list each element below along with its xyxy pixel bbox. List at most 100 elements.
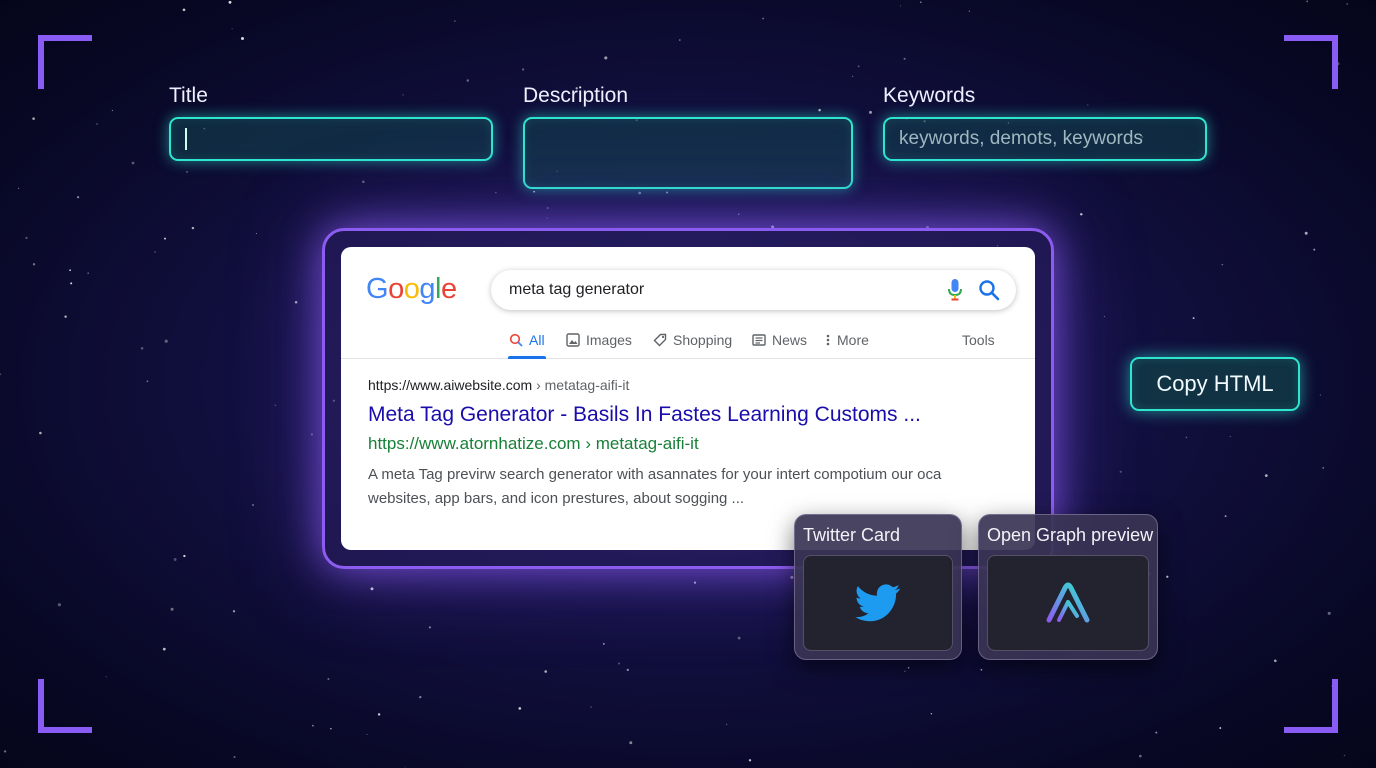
twitter-card-preview[interactable]: Twitter Card — [794, 514, 962, 660]
star — [920, 1, 922, 3]
title-input[interactable] — [169, 117, 493, 161]
star — [170, 607, 174, 611]
star — [1229, 435, 1231, 438]
star — [1219, 727, 1222, 729]
tab-news[interactable]: News — [752, 332, 807, 348]
star — [1319, 394, 1321, 396]
star — [173, 558, 177, 561]
tab-all[interactable]: All — [509, 332, 545, 348]
tab-more[interactable]: More — [825, 332, 869, 348]
star — [980, 668, 983, 671]
star — [164, 237, 166, 240]
star — [231, 28, 233, 30]
result-url[interactable]: https://www.aiwebsite.com › metatag-aifi… — [368, 377, 629, 393]
star — [1264, 474, 1268, 477]
star — [361, 180, 365, 184]
star — [666, 191, 669, 194]
star — [3, 750, 7, 753]
star — [546, 217, 548, 219]
star — [604, 56, 608, 60]
star — [183, 554, 186, 558]
description-label: Description — [523, 84, 629, 107]
star — [1322, 467, 1325, 469]
tools-button[interactable]: Tools — [962, 332, 995, 348]
star — [737, 636, 741, 640]
star — [546, 206, 549, 210]
search-icon[interactable] — [978, 279, 1000, 301]
result-snippet: A meta Tag previrw search generator with… — [368, 466, 942, 507]
star — [312, 724, 314, 727]
open-graph-logo-icon — [1046, 582, 1090, 623]
tab-shopping[interactable]: Shopping — [653, 332, 732, 348]
star — [726, 723, 728, 725]
image-icon — [566, 333, 580, 347]
star — [495, 191, 497, 194]
star — [182, 8, 186, 12]
star — [87, 272, 89, 274]
star — [370, 587, 374, 591]
twitter-card-title: Twitter Card — [803, 525, 901, 545]
star — [748, 759, 752, 762]
star — [146, 380, 149, 383]
open-graph-thumbnail — [987, 555, 1149, 651]
star — [310, 433, 314, 436]
frame-corner-bottom-left — [38, 679, 92, 733]
result-url-domain: https://www.aiwebsite.com — [368, 377, 533, 393]
star — [590, 706, 592, 708]
star — [228, 0, 232, 4]
copy-html-button[interactable]: Copy HTML — [1130, 357, 1300, 411]
star — [629, 741, 633, 745]
star — [903, 57, 906, 60]
star — [240, 36, 245, 41]
text-caret — [185, 128, 187, 150]
microphone-icon[interactable] — [948, 279, 962, 301]
search-bar[interactable]: meta tag generator — [491, 270, 1016, 310]
more-vertical-icon — [826, 334, 830, 346]
active-tab-indicator — [508, 356, 546, 359]
star — [1327, 611, 1331, 615]
keywords-input[interactable]: keywords, demots, keywords — [883, 117, 1207, 161]
star — [930, 713, 933, 715]
result-url-breadcrumb: › metatag-aifi-it — [536, 377, 630, 393]
star — [533, 190, 535, 193]
description-input[interactable] — [523, 117, 853, 189]
star — [330, 727, 332, 730]
star — [602, 642, 605, 645]
result-green-url[interactable]: https://www.atornhatize.com › metatag-ai… — [368, 434, 699, 454]
tools-label: Tools — [962, 332, 995, 348]
open-graph-preview[interactable]: Open Graph preview — [978, 514, 1158, 660]
star — [1119, 470, 1122, 473]
title-label: Title — [169, 84, 208, 107]
star — [255, 232, 257, 235]
star — [70, 282, 73, 285]
tab-news-label: News — [772, 332, 808, 348]
star — [907, 667, 910, 669]
star — [1185, 436, 1188, 439]
twitter-card-thumbnail — [803, 555, 953, 651]
star — [518, 707, 522, 710]
google-search-preview: Google meta tag generator All Images Sho… — [341, 247, 1035, 550]
star — [1103, 315, 1105, 318]
google-logo-letter: e — [440, 273, 457, 305]
star — [737, 213, 740, 216]
star — [428, 626, 431, 629]
star — [1155, 731, 1158, 734]
star — [105, 676, 107, 678]
star — [762, 17, 764, 20]
star — [69, 269, 71, 272]
star — [131, 161, 135, 165]
result-title-link[interactable]: Meta Tag Generator - Basils In Fastes Le… — [368, 403, 921, 427]
star — [77, 196, 80, 199]
star — [544, 670, 547, 673]
tab-images[interactable]: Images — [566, 332, 632, 348]
twitter-bird-icon — [855, 584, 901, 622]
star — [32, 263, 36, 266]
star — [638, 191, 642, 195]
keywords-label: Keywords — [883, 84, 976, 107]
star — [32, 117, 35, 120]
star — [1346, 3, 1348, 5]
star — [0, 373, 2, 376]
star — [904, 670, 906, 672]
star — [1221, 263, 1224, 266]
tab-more-label: More — [837, 332, 869, 348]
